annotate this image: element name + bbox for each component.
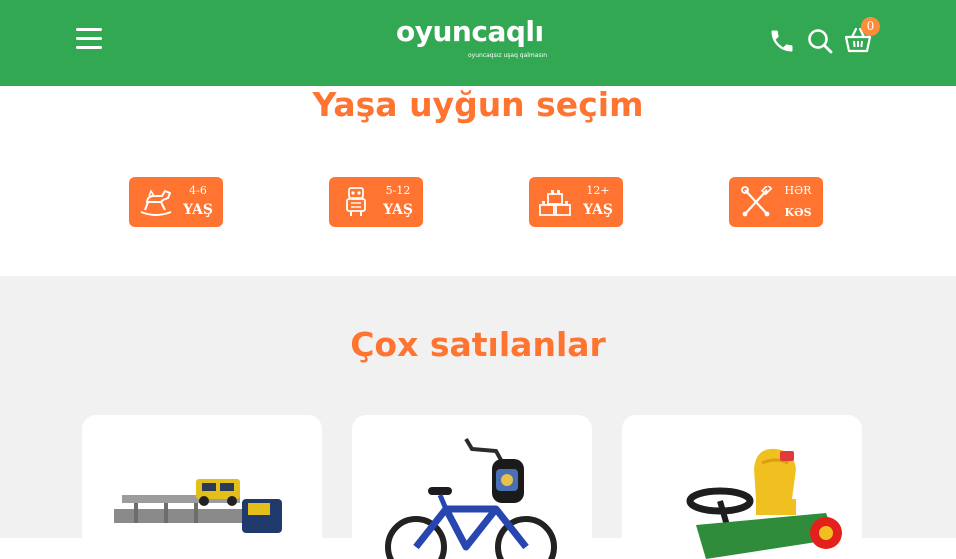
age-card-range: 12+ xyxy=(586,184,610,197)
blocks-icon xyxy=(537,186,575,218)
product-image-kids-bicycle[interactable] xyxy=(366,429,578,559)
age-card-unit: YAŞ xyxy=(382,202,414,218)
logo-wordmark: oyuncaqlı xyxy=(396,15,544,48)
age-card-range: 5-12 xyxy=(385,184,411,197)
age-section-title: Yaşa uyğun seçim xyxy=(312,85,644,124)
age-card-range: 4-6 xyxy=(189,184,207,197)
cart-count-badge: 0 xyxy=(861,17,880,36)
product-image-car-transporter[interactable] xyxy=(96,429,308,559)
age-card-5-12[interactable]: 5-12 YAŞ xyxy=(329,177,423,227)
crossed-tools-icon xyxy=(737,183,775,218)
age-card-everyone[interactable]: HƏR KƏS xyxy=(729,177,823,227)
phone-icon[interactable] xyxy=(768,27,796,55)
product-card[interactable] xyxy=(82,415,322,555)
site-logo[interactable]: oyuncaqlı oyuncaqsız uşaq qalmasın xyxy=(396,16,558,62)
product-card[interactable] xyxy=(622,415,862,559)
robot-icon xyxy=(337,186,375,218)
site-header: oyuncaqlı oyuncaqsız uşaq qalmasın 0 xyxy=(0,0,956,86)
product-card[interactable] xyxy=(352,415,592,559)
logo-tagline: oyuncaqsız uşaq qalmasın xyxy=(468,52,548,59)
age-card-unit: KƏS xyxy=(784,206,812,219)
bestsellers-title: Çox satılanlar xyxy=(350,325,606,364)
age-card-12-plus[interactable]: 12+ YAŞ xyxy=(529,177,623,227)
age-card-unit: YAŞ xyxy=(582,202,614,218)
search-icon[interactable] xyxy=(806,27,834,55)
age-card-unit: YAŞ xyxy=(182,202,214,218)
rocking-horse-icon xyxy=(137,186,175,218)
product-image-ride-on-tractor[interactable] xyxy=(636,429,848,559)
age-card-range: HƏR xyxy=(784,184,812,197)
hamburger-menu-icon[interactable] xyxy=(76,28,104,52)
age-card-4-6[interactable]: 4-6 YAŞ xyxy=(129,177,223,227)
